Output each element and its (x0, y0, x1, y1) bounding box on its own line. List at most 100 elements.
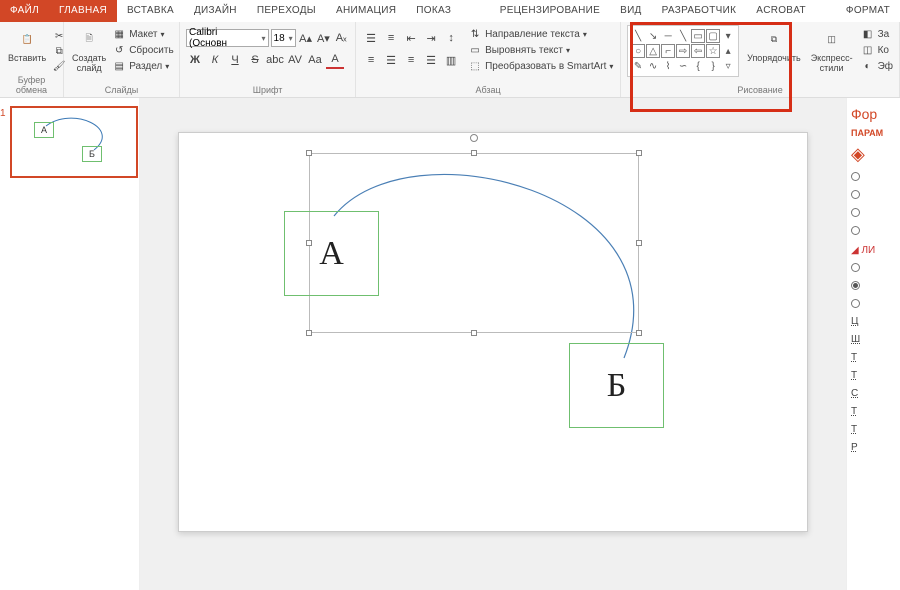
fill-icon: ◧ (861, 28, 875, 42)
paste-label: Вставить (8, 53, 46, 63)
layout-icon: ▦ (112, 28, 126, 42)
slide-canvas[interactable]: А Б (178, 132, 808, 532)
shape-outline-button[interactable]: ◫Ко (861, 43, 893, 58)
font-color-button[interactable]: A (326, 51, 344, 69)
quick-styles-button[interactable]: ◫ Экспресс- стили (809, 25, 855, 73)
tab-insert[interactable]: ВСТАВКА (117, 0, 184, 22)
shape-box-a[interactable]: А (284, 211, 379, 296)
align-right-icon[interactable]: ≡ (402, 51, 420, 69)
line-prop-4[interactable]: С (851, 386, 896, 400)
text-direction-button[interactable]: ⇅Направление текста▾ (468, 27, 613, 42)
resize-handle-mr[interactable] (636, 240, 642, 246)
justify-icon[interactable]: ☰ (422, 51, 440, 69)
reset-button[interactable]: ↺Сбросить (112, 43, 173, 58)
line-prop-1[interactable]: Ш (851, 332, 896, 346)
tab-transitions[interactable]: ПЕРЕХОДЫ (247, 0, 326, 22)
thumb-box-a: А (34, 122, 54, 138)
tab-format[interactable]: ФОРМАТ (836, 0, 900, 22)
tab-file[interactable]: ФАЙЛ (0, 0, 49, 22)
align-text-icon: ▭ (468, 44, 482, 58)
fill-opt-4[interactable] (851, 223, 896, 237)
slide-thumbnail-1[interactable]: 1 А Б (10, 106, 138, 178)
format-pane-title: Фор (851, 106, 896, 122)
tab-design[interactable]: ДИЗАЙН (184, 0, 247, 22)
new-slide-label: Создать слайд (72, 53, 106, 73)
thumb-number: 1 (0, 108, 6, 119)
fill-opt-1[interactable] (851, 169, 896, 183)
italic-button[interactable]: К (206, 51, 224, 69)
arrange-icon: ⧉ (762, 27, 786, 51)
line-prop-7[interactable]: Р (851, 440, 896, 454)
outline-icon: ◫ (861, 44, 875, 58)
tab-slideshow[interactable]: ПОКАЗ СЛАЙДОВ (406, 0, 489, 22)
section-button[interactable]: ▤Раздел▾ (112, 59, 173, 74)
line-prop-3[interactable]: Т (851, 368, 896, 382)
resize-handle-bl[interactable] (306, 330, 312, 336)
fill-tab-icon[interactable]: ◈ (851, 144, 896, 165)
grow-font-icon[interactable]: A▴ (298, 29, 314, 47)
paste-button[interactable]: 📋 Вставить (6, 25, 48, 63)
bold-button[interactable]: Ж (186, 51, 204, 69)
shape-effects-button[interactable]: ◐Эф (861, 59, 893, 74)
tab-animation[interactable]: АНИМАЦИЯ (326, 0, 406, 22)
shape-box-b[interactable]: Б (569, 343, 664, 428)
new-slide-icon: 🗎 (77, 27, 101, 51)
line-prop-6[interactable]: Т (851, 422, 896, 436)
new-slide-button[interactable]: 🗎 Создать слайд (70, 25, 108, 73)
tab-home[interactable]: ГЛАВНАЯ (49, 0, 117, 22)
resize-handle-tl[interactable] (306, 150, 312, 156)
group-clipboard-label: Буфер обмена (6, 73, 57, 97)
smartart-icon: ⬚ (468, 60, 482, 74)
indent-inc-icon[interactable]: ⇥ (422, 29, 440, 47)
font-family-select[interactable]: Calibri (Основн (186, 29, 269, 47)
resize-handle-bm[interactable] (471, 330, 477, 336)
shadow-button[interactable]: abc (266, 51, 284, 69)
text-direction-icon: ⇅ (468, 28, 482, 42)
layout-button[interactable]: ▦Макет▾ (112, 27, 173, 42)
tab-view[interactable]: ВИД (610, 0, 652, 22)
tab-acrobat[interactable]: ACROBAT (746, 0, 816, 22)
resize-handle-br[interactable] (636, 330, 642, 336)
linespacing-icon[interactable]: ↕ (442, 29, 460, 47)
case-button[interactable]: Aa (306, 51, 324, 69)
shrink-font-icon[interactable]: A▾ (315, 29, 331, 47)
strike-button[interactable]: S (246, 51, 264, 69)
thumb-box-b: Б (82, 146, 102, 162)
numbering-icon[interactable]: ≡ (382, 29, 400, 47)
align-text-button[interactable]: ▭Выровнять текст▾ (468, 43, 613, 58)
bullets-icon[interactable]: ☰ (362, 29, 380, 47)
styles-icon: ◫ (820, 27, 844, 51)
thumb-curve (12, 108, 140, 180)
columns-icon[interactable]: ▥ (442, 51, 460, 69)
resize-handle-tm[interactable] (471, 150, 477, 156)
paste-icon: 📋 (15, 27, 39, 51)
clear-format-icon[interactable]: Aₓ (333, 29, 349, 47)
shape-fill-button[interactable]: ◧За (861, 27, 893, 42)
align-center-icon[interactable]: ☰ (382, 51, 400, 69)
fill-opt-2[interactable] (851, 187, 896, 201)
tab-developer[interactable]: РАЗРАБОТЧИК (652, 0, 747, 22)
line-opt-2[interactable] (851, 278, 896, 292)
ribbon: 📋 Вставить ✂ ⧉ 🖌 Буфер обмена 🗎 Создать … (0, 22, 900, 98)
group-font-label: Шрифт (186, 83, 349, 97)
indent-dec-icon[interactable]: ⇤ (402, 29, 420, 47)
line-opt-3[interactable] (851, 296, 896, 310)
slide-stage: А Б (140, 98, 846, 590)
fill-opt-3[interactable] (851, 205, 896, 219)
tab-review[interactable]: РЕЦЕНЗИРОВАНИЕ (490, 0, 610, 22)
align-left-icon[interactable]: ≡ (362, 51, 380, 69)
arrange-button[interactable]: ⧉ Упорядочить (745, 25, 803, 63)
smartart-button[interactable]: ⬚Преобразовать в SmartArt▾ (468, 59, 613, 74)
line-opt-1[interactable] (851, 260, 896, 274)
shapes-gallery[interactable]: ╲↘─╲▭▢▾ ○△⌐⇨⇦☆▴ ✎∿⌇∽{}▿ (627, 25, 739, 77)
rotate-handle[interactable] (470, 134, 478, 142)
spacing-button[interactable]: AV (286, 51, 304, 69)
resize-handle-tr[interactable] (636, 150, 642, 156)
line-prop-2[interactable]: Т (851, 350, 896, 364)
line-prop-5[interactable]: Т (851, 404, 896, 418)
line-prop-0[interactable]: Ц (851, 314, 896, 328)
group-drawing-label: Рисование (627, 83, 893, 97)
underline-button[interactable]: Ч (226, 51, 244, 69)
font-size-select[interactable]: 18 (271, 29, 296, 47)
effects-icon: ◐ (861, 60, 875, 74)
